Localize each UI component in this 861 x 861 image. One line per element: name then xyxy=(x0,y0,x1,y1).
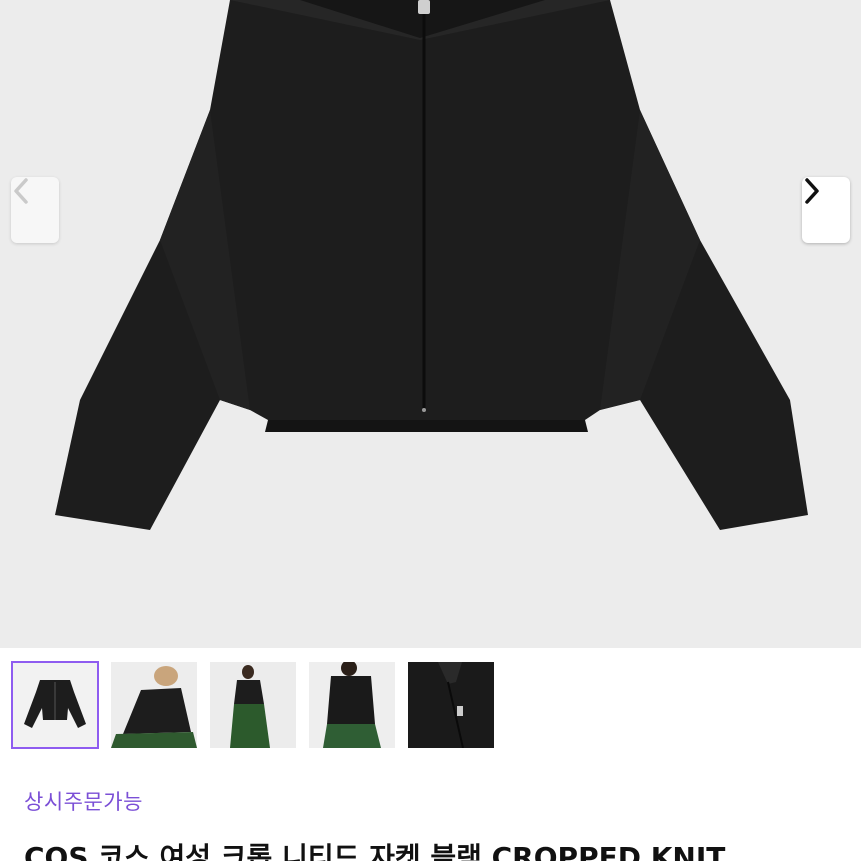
thumbnail-detail-zip[interactable] xyxy=(408,662,494,748)
detail-zip-thumbnail-image xyxy=(408,662,494,748)
thumbnail-jacket-flat[interactable] xyxy=(11,661,99,749)
product-image-gallery[interactable] xyxy=(0,0,861,648)
thumbnail-strip xyxy=(0,648,861,756)
model-side-thumbnail-image xyxy=(309,662,395,748)
previous-image-button[interactable] xyxy=(11,177,59,243)
thumbnail-model-side[interactable] xyxy=(309,662,395,748)
jacket-photo xyxy=(55,0,808,530)
thumbnail-model-full[interactable] xyxy=(210,662,296,748)
chevron-right-icon xyxy=(805,178,819,204)
next-image-button[interactable] xyxy=(802,177,850,243)
model-front-thumbnail-image xyxy=(111,662,197,748)
order-status-label: 상시주문가능 xyxy=(24,790,143,814)
product-title: COS 코스 여성 크롭 니티드 자켓 블랙 CROPPED KNIT xyxy=(24,841,726,861)
thumbnail-model-front[interactable] xyxy=(111,662,197,748)
model-full-thumbnail-image xyxy=(210,662,296,748)
chevron-left-icon xyxy=(14,178,28,204)
jacket-flat-thumbnail-image xyxy=(12,662,98,748)
